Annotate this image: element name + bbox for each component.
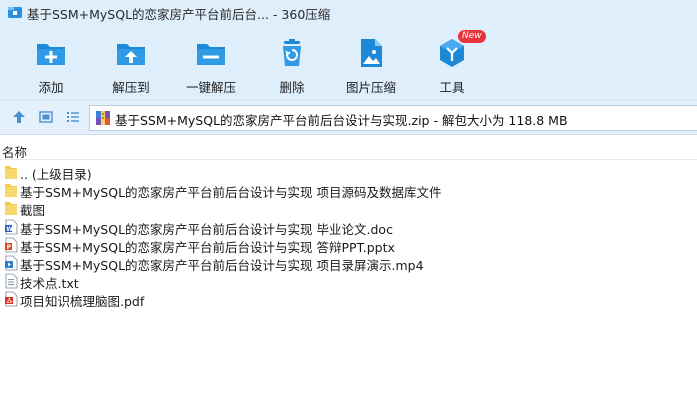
list-item[interactable]: 截图 — [0, 199, 697, 219]
list-item[interactable]: 项目知识梳理脑图.pdf — [0, 290, 697, 310]
extract-to-icon — [117, 44, 145, 65]
folder-icon — [5, 184, 17, 198]
image-compress-button[interactable]: 图片压缩 — [331, 30, 411, 96]
list-view-icon[interactable] — [66, 110, 80, 124]
list-item[interactable]: .. (上级目录) — [0, 163, 697, 182]
file-name: 基于SSM+MySQL的恋家房产平台前后台设计与实现 项目录屏演示.mp4 — [20, 257, 424, 273]
add-icon — [37, 44, 65, 65]
add-button[interactable]: 添加 — [11, 30, 91, 96]
text-file-icon — [5, 273, 18, 289]
toolbar: 添加 解压到 一键解压 删除 图片压缩 New 工具 — [0, 24, 697, 100]
file-name: 技术点.txt — [20, 276, 79, 292]
pdf-file-icon — [5, 291, 18, 307]
svg-text:P: P — [7, 244, 12, 251]
one-click-extract-label: 一键解压 — [185, 80, 236, 95]
folder-icon — [5, 202, 17, 216]
file-name: 基于SSM+MySQL的恋家房产平台前后台设计与实现 毕业论文.doc — [20, 221, 393, 237]
tools-label: 工具 — [439, 80, 465, 95]
image-compress-icon — [361, 39, 382, 67]
file-list: .. (上级目录) 基于SSM+MySQL的恋家房产平台前后台设计与实现 项目源… — [0, 163, 697, 309]
file-name: 基于SSM+MySQL的恋家房产平台前后台设计与实现 答辩PPT.pptx — [20, 239, 395, 255]
new-badge: New — [458, 30, 486, 43]
extract-to-button[interactable]: 解压到 — [91, 30, 171, 96]
delete-label: 删除 — [279, 80, 305, 95]
file-name: 项目知识梳理脑图.pdf — [20, 294, 145, 310]
tools-button[interactable]: New 工具 — [412, 30, 492, 96]
file-name: 截图 — [20, 203, 46, 219]
add-label: 添加 — [38, 80, 64, 95]
image-compress-label: 图片压缩 — [345, 80, 396, 95]
list-item[interactable]: W 基于SSM+MySQL的恋家房产平台前后台设计与实现 毕业论文.doc — [0, 218, 697, 237]
video-file-icon — [5, 255, 18, 271]
list-item[interactable]: P 基于SSM+MySQL的恋家房产平台前后台设计与实现 答辩PPT.pptx — [0, 236, 697, 255]
zip-archive-icon — [96, 111, 110, 125]
address-bar: 基于SSM+MySQL的恋家房产平台前后台设计与实现.zip - 解包大小为 1… — [0, 100, 697, 135]
delete-button[interactable]: 删除 — [252, 30, 332, 96]
list-item[interactable]: 基于SSM+MySQL的恋家房产平台前后台设计与实现 项目源码及数据库文件 — [0, 181, 697, 201]
delete-icon — [283, 39, 301, 66]
title-bar: 基于SSM+MySQL的恋家房产平台前后台... - 360压缩 — [0, 0, 697, 24]
archive-path-text: 基于SSM+MySQL的恋家房产平台前后台设计与实现.zip - 解包大小为 1… — [115, 113, 568, 128]
up-arrow-icon[interactable] — [12, 110, 26, 124]
path-field[interactable]: 基于SSM+MySQL的恋家房产平台前后台设计与实现.zip - 解包大小为 1… — [89, 105, 697, 131]
one-click-extract-icon — [197, 44, 225, 65]
column-header: 名称 — [0, 141, 697, 160]
file-name: .. (上级目录) — [20, 167, 92, 182]
file-name: 基于SSM+MySQL的恋家房产平台前后台设计与实现 项目源码及数据库文件 — [20, 185, 442, 201]
window-title: 基于SSM+MySQL的恋家房产平台前后台... - 360压缩 — [27, 7, 331, 22]
powerpoint-icon: P — [5, 237, 18, 253]
app-logo-icon — [8, 7, 22, 18]
column-name-header[interactable]: 名称 — [2, 142, 27, 161]
list-item[interactable]: 基于SSM+MySQL的恋家房产平台前后台设计与实现 项目录屏演示.mp4 — [0, 254, 697, 273]
word-doc-icon: W — [5, 219, 18, 234]
svg-text:W: W — [6, 225, 13, 232]
one-click-extract-button[interactable]: 一键解压 — [171, 30, 251, 96]
extract-to-label: 解压到 — [112, 80, 150, 95]
folder-icon — [5, 166, 17, 179]
list-item[interactable]: 技术点.txt — [0, 272, 697, 292]
thumbnail-view-icon[interactable] — [39, 110, 53, 124]
